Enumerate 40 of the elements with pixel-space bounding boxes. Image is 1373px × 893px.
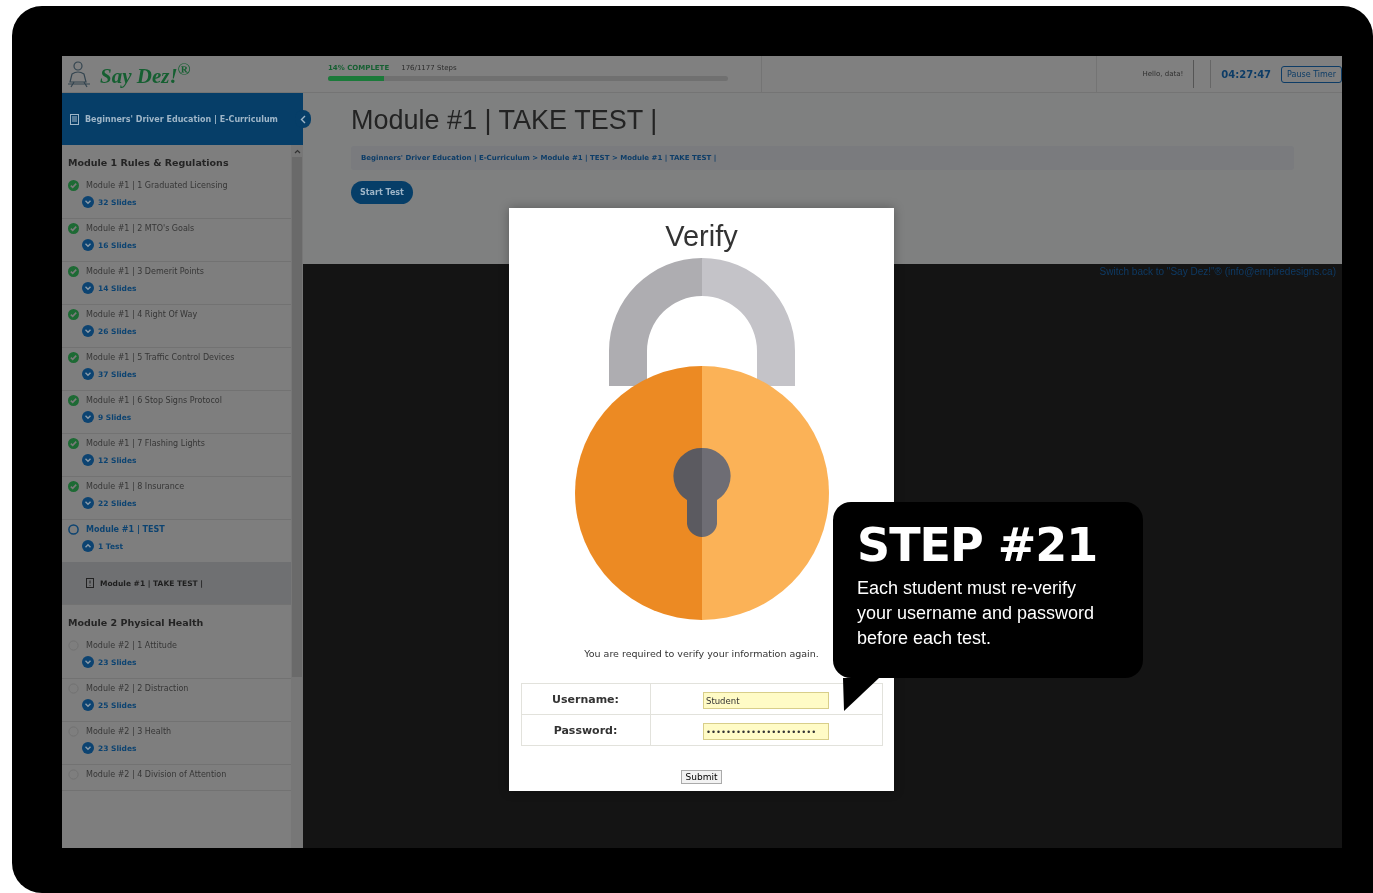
dialog-message: You are required to verify your information again. xyxy=(584,648,819,659)
section-title: Module 2 Physical Health xyxy=(67,616,205,630)
driver-logo-icon xyxy=(66,60,92,88)
scroll-thumb[interactable] xyxy=(292,157,302,677)
timer-text: 04:27:47 xyxy=(1221,68,1272,80)
lesson-title: Module #1 | TEST xyxy=(86,525,165,534)
field-label: Username: xyxy=(521,683,650,715)
lesson-title: Module #1 | 5 Traffic Control Devices xyxy=(86,353,235,362)
input-field[interactable]: Student xyxy=(703,692,829,710)
start-test-button[interactable]: Start Test xyxy=(351,181,413,204)
course-title[interactable]: Beginners' Driver Education | E-Curriculum xyxy=(85,114,278,124)
logo[interactable]: Say Dez!$^{®}$ xyxy=(100,59,191,89)
avatar-placeholder[interactable] xyxy=(1193,60,1212,88)
lesson-title: Module #2 | 4 Division of Attention xyxy=(86,770,227,779)
document-icon xyxy=(86,578,94,588)
lesson-title: Module #2 | 1 Attitude xyxy=(86,641,177,650)
lesson-title: Module #1 | 3 Demerit Points xyxy=(86,267,204,276)
scrollbar[interactable] xyxy=(291,145,303,848)
chevron-left-icon xyxy=(300,114,306,124)
input-field[interactable]: •••••••••••••••••••••• xyxy=(703,723,829,741)
lesson-title: Module #1 | 8 Insurance xyxy=(86,482,185,491)
field-label: Password: xyxy=(521,714,650,746)
section-title: Module 1 Rules & Regulations xyxy=(67,156,230,170)
step-description: Each student must re-verify your username and password before each test. xyxy=(857,577,1096,650)
lesson-title: Module #1 | 4 Right Of Way xyxy=(86,310,198,319)
pause-timer-button[interactable]: Pause Timer xyxy=(1281,65,1342,83)
lesson-title: Module #2 | 2 Distraction xyxy=(86,684,189,693)
lesson-title: Module #1 | 7 Flashing Lights xyxy=(86,439,205,448)
lesson-item[interactable]: Module #2 | 4 Division of Attention xyxy=(62,765,291,791)
lesson-title: Module #1 | 2 MTO's Goals xyxy=(86,224,195,233)
page-heading: Module #1 | TAKE TEST | xyxy=(351,105,658,136)
scroll-up-icon xyxy=(293,149,301,154)
step-title: STEP #21 xyxy=(857,522,1099,568)
lesson-title: Module #1 | 6 Stop Signs Protocol xyxy=(86,396,222,405)
footer-link[interactable]: Switch back to "Say Dez!"® (info@empiredesigns.ca) xyxy=(1099,266,1336,277)
book-icon xyxy=(70,113,79,125)
lesson-title: Module #1 | 1 Graduated Licensing xyxy=(86,181,228,190)
lesson-title: Module #2 | 3 Health xyxy=(86,727,172,736)
dialog-title: Verify xyxy=(665,220,738,253)
submit-button[interactable]: Submit xyxy=(680,770,723,784)
